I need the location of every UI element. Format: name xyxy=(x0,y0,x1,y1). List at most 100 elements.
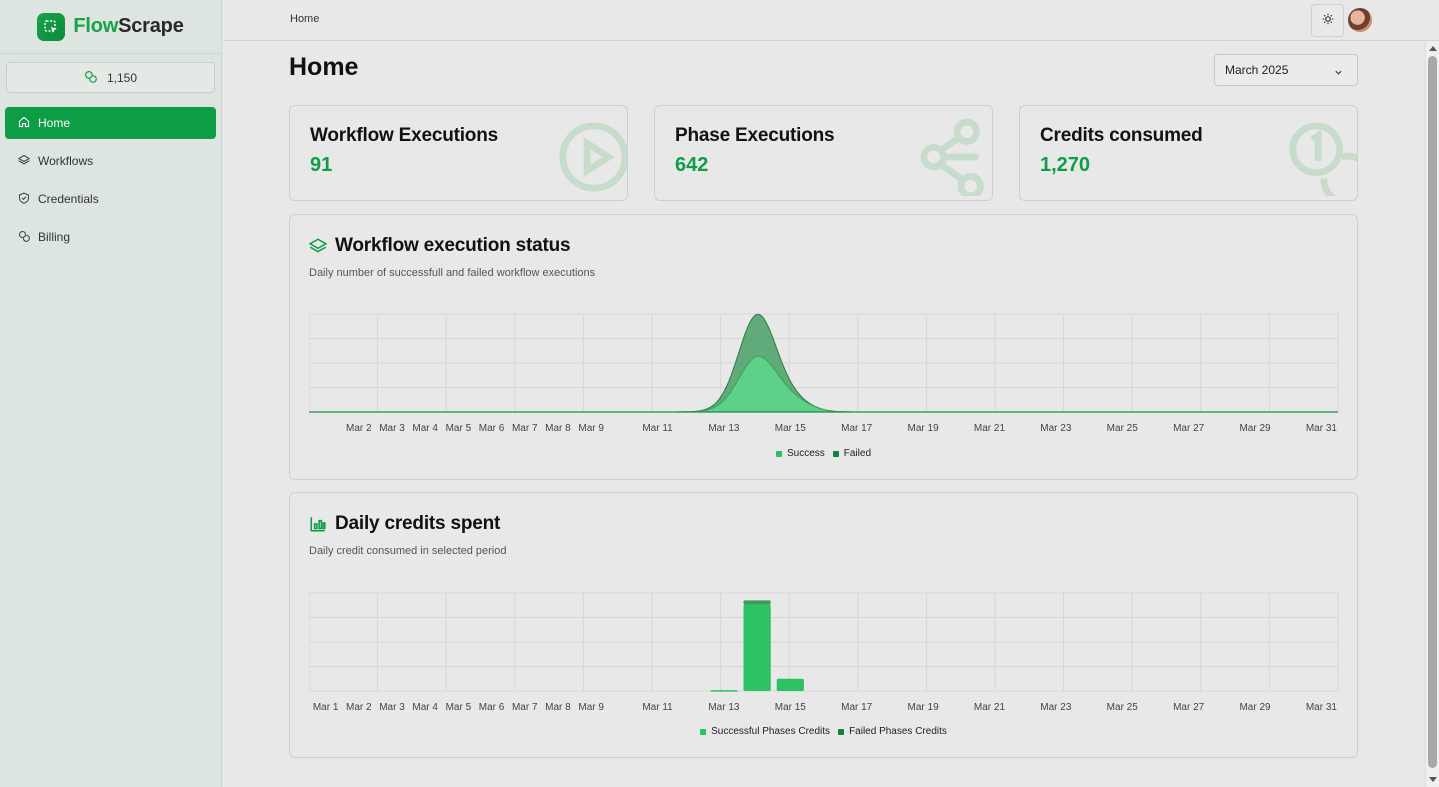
legend-item-failed-credits[interactable]: Failed Phases Credits xyxy=(838,726,947,737)
legend-swatch xyxy=(838,728,845,735)
logo-icon xyxy=(37,12,66,41)
coins-icon xyxy=(18,230,30,245)
x-tick-label: Mar 23 xyxy=(1040,423,1072,434)
x-tick-label: Mar 17 xyxy=(841,423,873,434)
legend-label: Success xyxy=(786,448,825,459)
stat-label: Credits consumed xyxy=(1040,125,1203,146)
chevron-down-icon xyxy=(1334,66,1343,80)
chart-description: Daily credit consumed in selected period xyxy=(309,545,507,557)
x-tick-label: Mar 15 xyxy=(775,423,807,434)
legend-swatch xyxy=(832,450,839,457)
shield-check-icon xyxy=(18,192,30,207)
legend-item-failed[interactable]: Failed xyxy=(832,448,872,459)
sidebar-item-workflows[interactable]: Workflows xyxy=(5,145,216,177)
scrollbar-thumb[interactable] xyxy=(1428,56,1437,768)
x-tick-label: Mar 4 xyxy=(412,423,438,434)
x-tick-label: Mar 9 xyxy=(578,702,604,713)
scroll-up-arrow-icon[interactable] xyxy=(1429,46,1437,51)
credits-balance[interactable]: 1,150 xyxy=(6,62,215,93)
x-tick-label: Mar 25 xyxy=(1107,702,1139,713)
x-tick-label: Mar 11 xyxy=(642,702,673,713)
legend-item-successful-credits[interactable]: Successful Phases Credits xyxy=(700,726,830,737)
chart-description: Daily number of successfull and failed w… xyxy=(309,267,596,279)
x-tick-label: Mar 15 xyxy=(775,702,807,713)
x-tick-label: Mar 19 xyxy=(908,702,940,713)
legend-swatch xyxy=(775,450,782,457)
stat-value: 1,270 xyxy=(1040,154,1091,176)
sidebar-item-label: Billing xyxy=(38,230,71,244)
x-tick-label: Mar 8 xyxy=(545,702,571,713)
sidebar-nav: Home Workflows Credentials Billing xyxy=(5,107,216,259)
credits-value: 1,150 xyxy=(106,70,138,85)
waypoints-icon xyxy=(920,118,992,200)
sidebar-item-label: Workflows xyxy=(38,154,94,168)
theme-toggle-button[interactable] xyxy=(1311,4,1344,37)
scroll-down-arrow-icon[interactable] xyxy=(1429,777,1437,782)
x-tick-label: Mar 13 xyxy=(708,423,740,434)
sidebar-item-home[interactable]: Home xyxy=(5,107,216,139)
page-title: Home xyxy=(289,53,359,81)
x-tick-label: Mar 5 xyxy=(446,702,472,713)
x-tick-label: Mar 7 xyxy=(512,423,538,434)
execution-status-card: Workflow execution status Daily number o… xyxy=(289,214,1358,480)
x-tick-label: Mar 6 xyxy=(479,702,505,713)
legend-swatch xyxy=(700,728,707,735)
home-icon xyxy=(18,116,30,131)
stat-label: Phase Executions xyxy=(675,125,835,146)
x-tick-label: Mar 23 xyxy=(1040,702,1072,713)
x-tick-label: Mar 11 xyxy=(642,423,673,434)
topbar: Home xyxy=(223,0,1439,41)
chart-title: Daily credits spent xyxy=(335,513,501,534)
bar-successful-credits[interactable] xyxy=(710,690,738,692)
x-tick-label: Mar 3 xyxy=(379,702,405,713)
sidebar-item-credentials[interactable]: Credentials xyxy=(5,183,216,215)
execution-status-chart[interactable]: Mar 2 Mar 3 Mar 4 Mar 5 Mar 6 Mar 7 Mar 8 Mar 9… xyxy=(309,310,1339,440)
chart-column-icon xyxy=(309,515,327,538)
stat-card-phase-executions: Phase Executions 642 xyxy=(654,105,993,201)
x-tick-label: Mar 13 xyxy=(708,702,740,713)
x-tick-label: Mar 3 xyxy=(379,423,405,434)
stat-card-credits-consumed: Credits consumed 1,270 xyxy=(1019,105,1358,201)
x-tick-label: Mar 21 xyxy=(974,702,1006,713)
x-tick-label: Mar 31 xyxy=(1306,423,1338,434)
x-tick-label: Mar 19 xyxy=(908,423,940,434)
x-tick-label: Mar 7 xyxy=(512,702,538,713)
sidebar-item-label: Credentials xyxy=(38,192,99,206)
daily-credits-chart[interactable]: Mar 1 Mar 2 Mar 3 Mar 4 Mar 5 Mar 6 Mar 7 Mar 8… xyxy=(309,589,1339,719)
brand[interactable]: FlowScrape xyxy=(0,0,221,54)
x-tick-label: Mar 5 xyxy=(446,423,472,434)
bar-successful-credits[interactable] xyxy=(776,678,804,691)
stat-value: 642 xyxy=(675,154,709,176)
brand-name: FlowScrape xyxy=(73,15,184,37)
breadcrumb[interactable]: Home xyxy=(290,13,319,25)
x-tick-label: Mar 4 xyxy=(412,702,438,713)
sidebar: FlowScrape 1,150 Home Workflows Credenti… xyxy=(0,0,222,787)
x-tick-label: Mar 2 xyxy=(346,702,372,713)
series-area-success[interactable] xyxy=(309,355,1338,413)
x-tick-label: Mar 29 xyxy=(1239,423,1271,434)
bar-successful-credits[interactable] xyxy=(743,604,771,691)
legend-item-success[interactable]: Success xyxy=(775,448,825,459)
stat-value: 91 xyxy=(310,154,333,176)
legend-label: Failed Phases Credits xyxy=(849,726,947,737)
stat-label: Workflow Executions xyxy=(310,125,498,146)
legend-label: Successful Phases Credits xyxy=(711,726,831,737)
period-value: March 2025 xyxy=(1225,63,1289,77)
bar-failed-credits[interactable] xyxy=(743,600,771,605)
avatar[interactable] xyxy=(1348,8,1372,32)
x-tick-label: Mar 1 xyxy=(313,702,339,713)
x-tick-label: Mar 27 xyxy=(1173,423,1205,434)
x-tick-label: Mar 6 xyxy=(479,423,505,434)
legend-label: Failed xyxy=(843,448,872,459)
chart-legend: Successful Phases Credits Failed Phases … xyxy=(290,726,1357,737)
chart-legend: Success Failed xyxy=(290,448,1357,459)
sidebar-item-billing[interactable]: Billing xyxy=(5,221,216,253)
daily-credits-card: Daily credits spent Daily credit consume… xyxy=(289,492,1358,758)
stat-card-workflow-executions: Workflow Executions 91 xyxy=(289,105,628,201)
scrollbar[interactable] xyxy=(1425,41,1439,787)
sun-icon xyxy=(1322,12,1334,30)
x-tick-label: Mar 21 xyxy=(974,423,1006,434)
period-select[interactable]: March 2025 xyxy=(1214,54,1358,86)
layers-icon xyxy=(17,154,31,169)
x-tick-label: Mar 2 xyxy=(346,423,372,434)
